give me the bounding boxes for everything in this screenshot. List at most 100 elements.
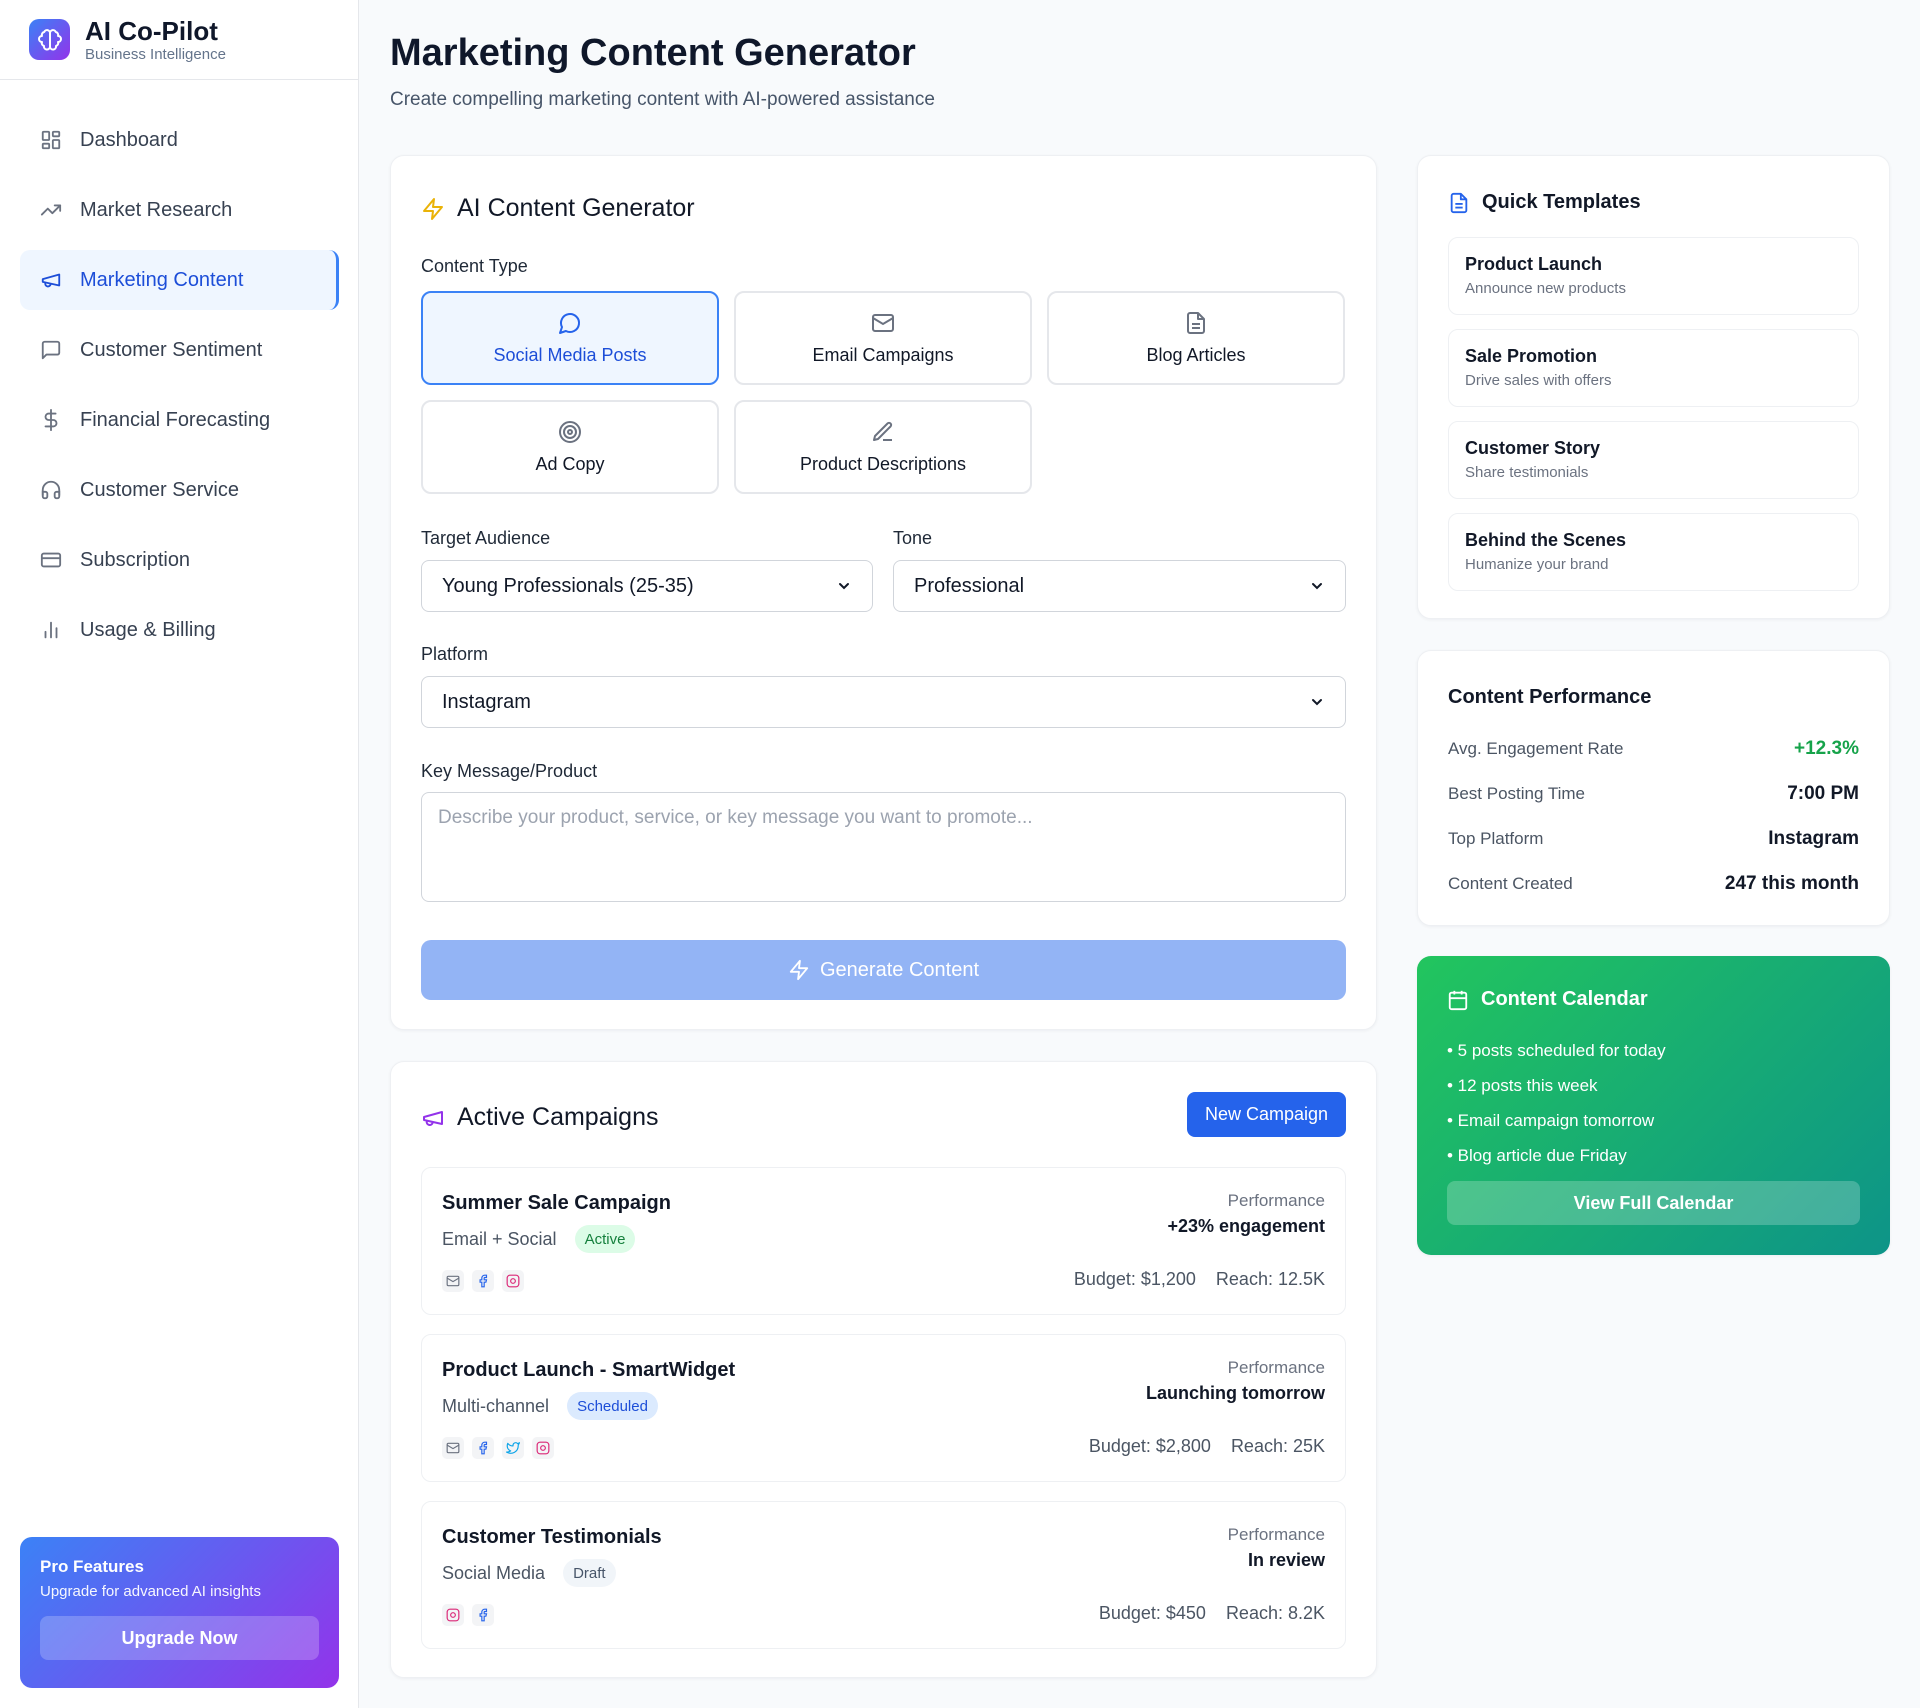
facebook-icon [472,1270,494,1292]
campaign-channel-text: Multi-channel [442,1395,550,1416]
instagram-icon [442,1604,464,1626]
content-type-label: Content Type [421,256,528,276]
performance-value: Launching tomorrow [1146,1383,1325,1403]
sidebar-item-label: Financial Forecasting [80,408,271,431]
dashboard-icon [40,129,62,151]
pro-subtitle: Upgrade for advanced AI insights [40,1583,261,1600]
campaigns-title: Active Campaigns [457,1103,659,1131]
campaign-channel-text: Email + Social [442,1228,557,1249]
mail-icon [442,1270,464,1292]
sidebar-item-label: Market Research [80,198,233,221]
sidebar-item-label: Usage & Billing [80,618,216,641]
key-message-textarea[interactable]: Describe your product, service, or key m… [421,792,1346,902]
select-value: Instagram [442,690,531,713]
campaign-row[interactable]: Product Launch - SmartWidget Multi-chann… [421,1334,1346,1482]
performance-row: Content Created 247 this month [1448,873,1859,895]
performance-row: Top Platform Instagram [1448,828,1859,850]
calendar-list: • 5 posts scheduled for today • 12 posts… [1447,1033,1666,1173]
metric-value: +12.3% [1794,738,1859,759]
platform-select[interactable]: Instagram [421,676,1346,728]
campaign-name: Summer Sale Campaign [442,1192,671,1214]
campaign-channel: Multi-channel Scheduled [442,1392,658,1420]
chat-bubble-icon [558,311,582,335]
key-message-label: Key Message/Product [421,761,598,781]
new-campaign-button[interactable]: New Campaign [1187,1092,1346,1137]
lightning-icon [421,197,445,221]
sidebar-item-usage-billing[interactable]: Usage & Billing [20,600,339,660]
chevron-down-icon [1309,694,1325,710]
brand[interactable]: AI Co-Pilot Business Intelligence [0,0,358,80]
trending-up-icon [40,199,62,221]
template-desc: Drive sales with offers [1465,372,1612,389]
campaign-name: Customer Testimonials [442,1526,662,1548]
tile-label: Social Media Posts [493,344,647,365]
content-type-email[interactable]: Email Campaigns [734,291,1032,385]
template-product-launch[interactable]: Product Launch Announce new products [1448,237,1859,315]
template-name: Behind the Scenes [1465,530,1627,550]
quick-templates-card: Quick Templates Product Launch Announce … [1417,155,1890,619]
tone-select[interactable]: Professional [893,560,1346,612]
template-sale-promotion[interactable]: Sale Promotion Drive sales with offers [1448,329,1859,407]
target-audience-select[interactable]: Young Professionals (25-35) [421,560,873,612]
calendar-icon [1447,989,1469,1011]
generate-content-label: Generate Content [820,958,979,981]
sidebar: AI Co-Pilot Business Intelligence Dashbo… [0,0,359,1708]
upgrade-now-button[interactable]: Upgrade Now [40,1616,319,1660]
bar-chart-icon [40,619,62,641]
document-icon [1184,311,1208,335]
status-badge: Draft [563,1559,616,1587]
campaign-name: Product Launch - SmartWidget [442,1359,736,1381]
performance-row: Best Posting Time 7:00 PM [1448,783,1859,805]
sidebar-item-market-research[interactable]: Market Research [20,180,339,240]
headphones-icon [40,479,62,501]
generate-content-button[interactable]: Generate Content [421,940,1346,1000]
platform-label: Platform [421,644,489,664]
sidebar-item-subscription[interactable]: Subscription [20,530,339,590]
view-full-calendar-button[interactable]: View Full Calendar [1447,1181,1860,1225]
campaign-reach: Reach: 8.2K [1225,1603,1325,1623]
calendar-header: Content Calendar [1447,988,1648,1011]
megaphone-icon [40,269,62,291]
metric-value: Instagram [1768,828,1859,849]
mail-icon [442,1437,464,1459]
tile-label: Email Campaigns [812,344,954,365]
campaign-row[interactable]: Summer Sale Campaign Email + Social Acti… [421,1167,1346,1315]
metric-value: 247 this month [1724,873,1859,894]
sidebar-item-customer-service[interactable]: Customer Service [20,460,339,520]
metric-label: Content Created [1448,874,1573,893]
sidebar-item-dashboard[interactable]: Dashboard [20,110,339,170]
sidebar-item-label: Marketing Content [80,268,244,291]
target-icon [558,420,582,444]
sidebar-item-financial-forecasting[interactable]: Financial Forecasting [20,390,339,450]
metric-value: 7:00 PM [1787,783,1859,804]
template-behind-the-scenes[interactable]: Behind the Scenes Humanize your brand [1448,513,1859,591]
content-type-ad-copy[interactable]: Ad Copy [421,400,719,494]
pen-icon [871,420,895,444]
tone-label: Tone [893,528,933,548]
content-type-blog[interactable]: Blog Articles [1047,291,1345,385]
content-performance-card: Content Performance Avg. Engagement Rate… [1417,650,1890,926]
performance-value: +23% engagement [1167,1216,1325,1236]
generator-title: AI Content Generator [457,194,695,222]
sidebar-item-label: Customer Service [80,478,239,501]
calendar-item: • 5 posts scheduled for today [1447,1041,1666,1060]
content-type-social-media[interactable]: Social Media Posts [421,291,719,385]
content-type-product-descriptions[interactable]: Product Descriptions [734,400,1032,494]
campaign-budget: Budget: $2,800 [1088,1436,1211,1456]
template-desc: Humanize your brand [1465,556,1609,573]
performance-label: Performance [1227,1191,1325,1210]
templates-header: Quick Templates [1448,191,1641,214]
template-customer-story[interactable]: Customer Story Share testimonials [1448,421,1859,499]
campaign-channel: Email + Social Active [442,1225,636,1253]
sidebar-item-marketing-content[interactable]: Marketing Content [20,250,339,310]
sidebar-item-customer-sentiment[interactable]: Customer Sentiment [20,320,339,380]
campaign-row[interactable]: Customer Testimonials Social Media Draft… [421,1501,1346,1649]
channel-icons [442,1604,502,1626]
generator-header: AI Content Generator [421,194,695,223]
dollar-icon [40,409,62,431]
calendar-title: Content Calendar [1481,988,1648,1010]
campaigns-header: Active Campaigns [421,1103,658,1132]
message-square-icon [40,339,62,361]
calendar-item: • 12 posts this week [1447,1076,1598,1095]
metric-label: Top Platform [1448,829,1544,848]
